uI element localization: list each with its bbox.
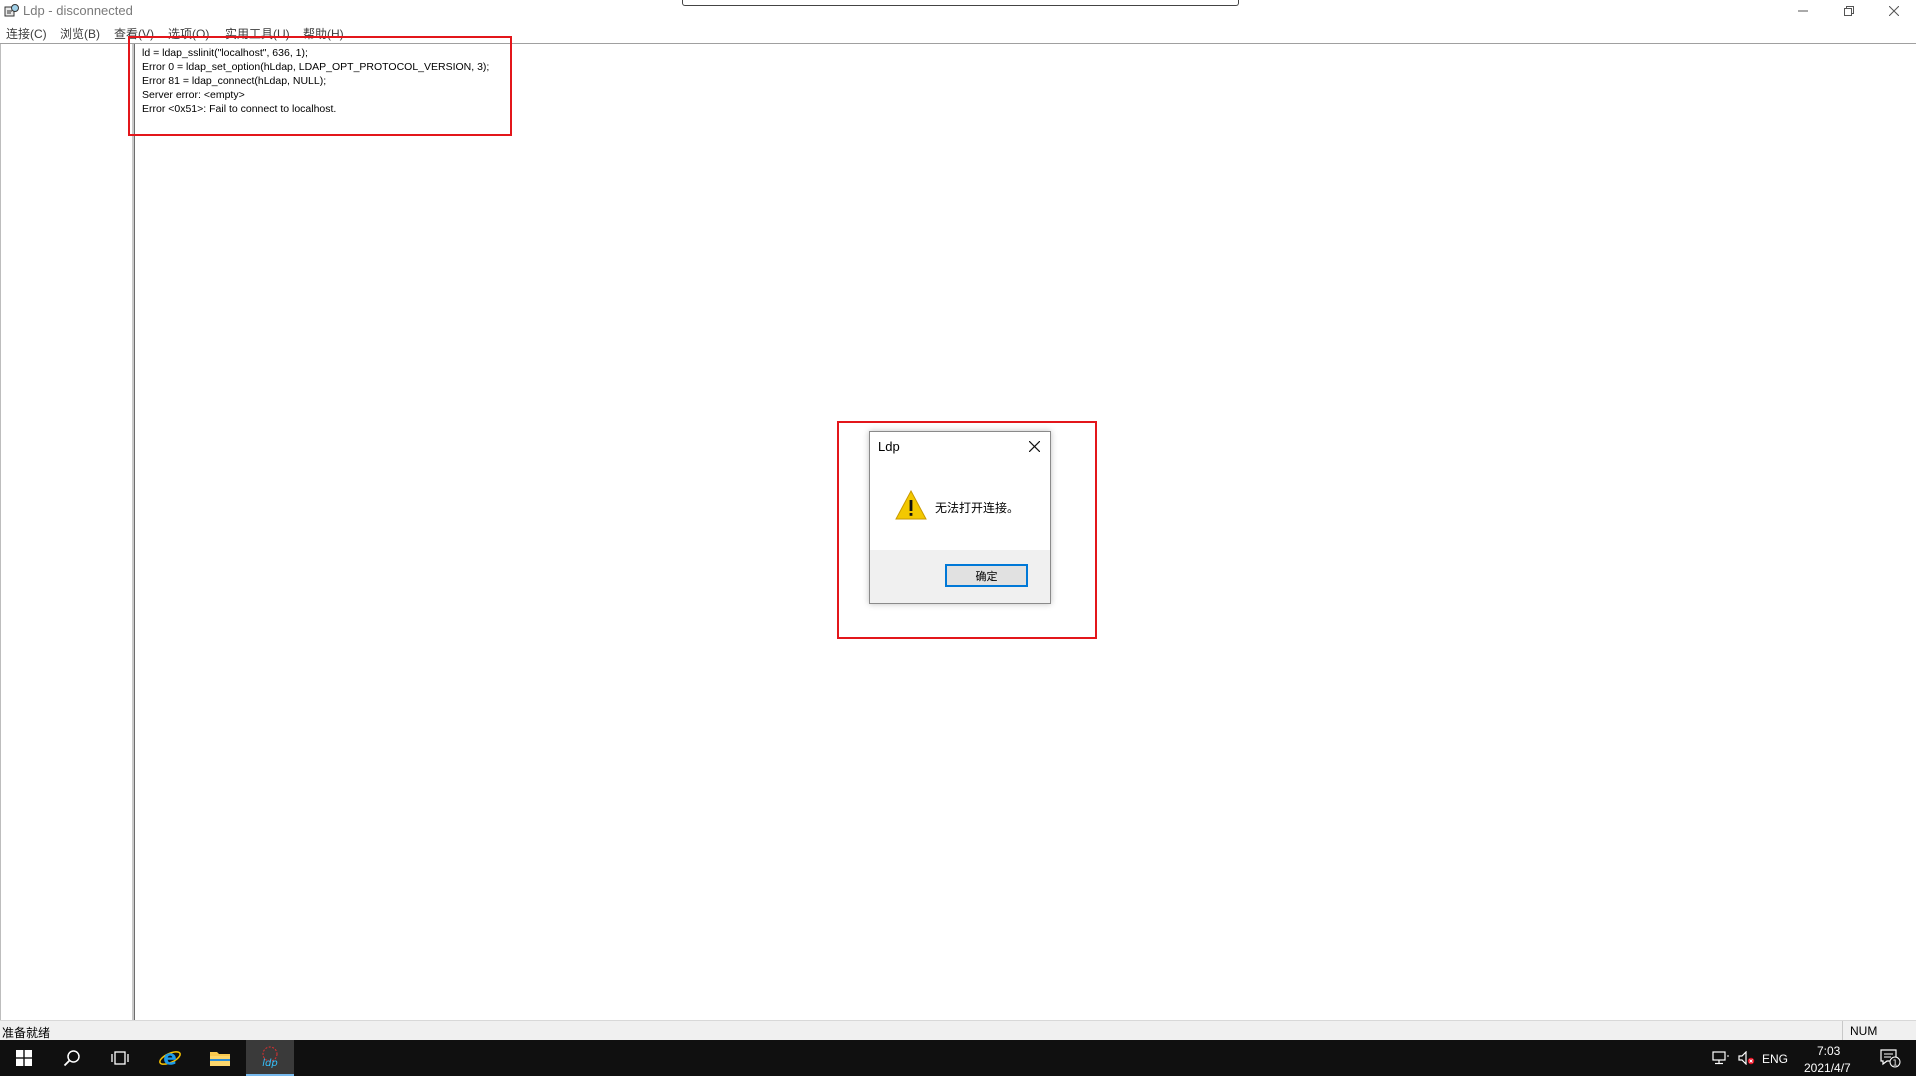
error-dialog: Ldp 无法打开连接。 确定 (869, 431, 1051, 604)
log-highlight-box (128, 36, 512, 136)
minimize-icon (1798, 10, 1808, 12)
ok-button[interactable]: 确定 (945, 564, 1028, 587)
restore-icon (1844, 6, 1854, 16)
dialog-title: Ldp (878, 439, 900, 454)
svg-text:e: e (163, 1046, 177, 1070)
close-icon (1889, 6, 1899, 16)
num-lock-indicator: NUM (1842, 1021, 1916, 1041)
menu-connection[interactable]: 连接(C) (6, 25, 47, 42)
file-explorer-button[interactable] (196, 1040, 244, 1076)
folder-icon (210, 1052, 230, 1066)
ldp-taskbar-button[interactable]: ldp (246, 1040, 294, 1076)
title-bar-search-box[interactable] (682, 0, 1239, 6)
notification-icon: 1 (1880, 1049, 1901, 1068)
restore-button[interactable] (1826, 0, 1872, 22)
tree-pane[interactable] (0, 44, 135, 1020)
close-button[interactable] (1871, 0, 1916, 22)
network-tray-button[interactable] (1708, 1040, 1734, 1076)
status-text: 准备就绪 (2, 1026, 51, 1040)
internet-explorer-button[interactable]: e (146, 1040, 194, 1076)
task-view-button[interactable] (96, 1040, 144, 1076)
task-view-icon (111, 1051, 129, 1065)
menu-browse[interactable]: 浏览(B) (60, 25, 100, 42)
clock-date[interactable]: 2021/4/7 (1804, 1061, 1851, 1075)
ldp-app-icon: ldp (262, 1046, 278, 1069)
input-language[interactable]: ENG (1762, 1052, 1788, 1066)
title-bar: Ldp - disconnected (0, 0, 1916, 22)
taskbar: e ldp ENG 7:03 2021/4/7 1 (0, 1040, 1916, 1076)
network-icon (1712, 1051, 1729, 1065)
speaker-muted-icon (1738, 1051, 1755, 1065)
window-title: Ldp - disconnected (23, 3, 133, 18)
dialog-message: 无法打开连接。 (935, 501, 1020, 515)
notification-count: 1 (1892, 1059, 1897, 1068)
windows-logo-icon (16, 1050, 32, 1066)
close-icon (1028, 440, 1040, 452)
start-button[interactable] (0, 1040, 48, 1076)
minimize-button[interactable] (1780, 0, 1826, 22)
search-icon (63, 1050, 80, 1067)
clock-time[interactable]: 7:03 (1817, 1044, 1840, 1058)
volume-tray-button[interactable] (1734, 1040, 1760, 1076)
search-button[interactable] (48, 1040, 96, 1076)
warning-icon (895, 490, 927, 520)
action-center-button[interactable]: 1 (1870, 1040, 1910, 1076)
status-bar: 准备就绪 NUM (0, 1020, 1916, 1041)
internet-explorer-icon: e (159, 1046, 181, 1070)
num-lock-label: NUM (1850, 1024, 1878, 1038)
ldp-taskbar-label: ldp (262, 1058, 277, 1069)
dialog-close-button[interactable] (1024, 436, 1044, 456)
ldp-app-icon (4, 4, 19, 17)
